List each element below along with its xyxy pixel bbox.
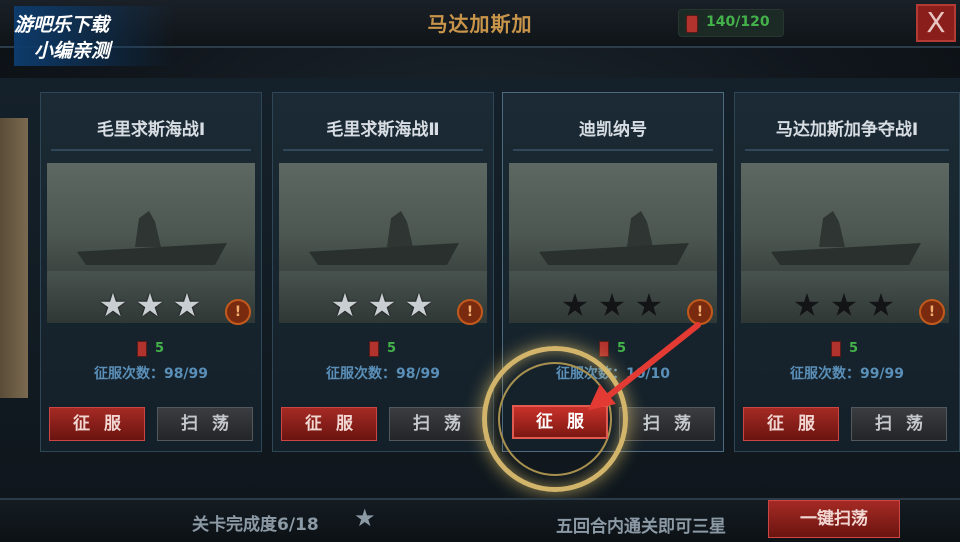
divider	[745, 149, 949, 151]
ship-hull	[771, 243, 921, 265]
star-icon: ★	[597, 286, 627, 324]
stage-name: 马达加斯加争夺战Ⅰ	[775, 120, 919, 140]
ship-tower	[135, 211, 161, 247]
star-icon: ★	[634, 286, 664, 324]
stage-card: 马达加斯加争夺战Ⅰ ★ ★ ★ ! 5 征服次数：99/99 征服 扫荡	[734, 92, 960, 452]
sweep-all-button[interactable]: 一键扫荡	[768, 500, 900, 538]
ship-hull	[539, 243, 689, 265]
close-icon: X	[926, 6, 946, 39]
divider	[283, 149, 483, 151]
star-icon: ★	[866, 286, 896, 324]
star-rating: ★ ★ ★	[97, 289, 207, 321]
sweep-button[interactable]: 扫荡	[389, 407, 485, 441]
fuel-icon	[831, 341, 841, 357]
conquer-button[interactable]: 征服	[281, 407, 377, 441]
fuel-icon	[599, 341, 609, 357]
ship-tower	[387, 211, 413, 247]
conquer-count: 征服次数：99/99	[789, 366, 905, 382]
conquer-count: 征服次数：98/99	[93, 366, 209, 382]
alert-icon[interactable]: !	[687, 299, 713, 325]
watermark-logo: 游吧乐下载 小编亲测	[14, 6, 174, 66]
star-icon: ★	[829, 286, 859, 324]
fuel-cost-value: 5	[387, 341, 397, 356]
alert-icon[interactable]: !	[919, 299, 945, 325]
star-rating: ★ ★ ★	[559, 289, 669, 321]
star-rating: ★ ★ ★	[791, 289, 901, 321]
sweep-button[interactable]: 扫荡	[157, 407, 253, 441]
fuel-display: 140/120	[678, 9, 784, 37]
stage-name: 毛里求斯海战Ⅰ	[96, 120, 206, 140]
star-icon: ★	[354, 504, 376, 532]
ship-tower	[819, 211, 845, 247]
watermark-line2: 小编亲测	[34, 40, 111, 62]
alert-icon[interactable]: !	[225, 299, 251, 325]
star-icon: ★	[367, 286, 397, 324]
conquer-count: 征服次数：98/99	[325, 366, 441, 382]
star-icon: ★	[560, 286, 590, 324]
fuel-cost: 5	[369, 341, 409, 359]
fuel-value: 140/120	[706, 14, 770, 30]
fuel-cost: 5	[831, 341, 871, 359]
conquer-button-highlighted[interactable]: 征服	[512, 405, 608, 439]
fuel-cost-value: 5	[617, 341, 627, 356]
sweep-button[interactable]: 扫荡	[851, 407, 947, 441]
three-star-hint: 五回合内通关即可三星	[556, 517, 726, 537]
star-icon: ★	[792, 286, 822, 324]
fuel-cost-value: 5	[849, 341, 859, 356]
fuel-cost-value: 5	[155, 341, 165, 356]
conquer-button[interactable]: 征服	[743, 407, 839, 441]
ship-hull	[309, 243, 459, 265]
divider	[513, 149, 713, 151]
sweep-button[interactable]: 扫荡	[619, 407, 715, 441]
star-icon: ★	[404, 286, 434, 324]
side-map-paper	[0, 118, 28, 398]
close-button[interactable]: X	[916, 4, 956, 42]
watermark-line1: 游吧乐下载	[14, 14, 110, 36]
stage-name: 迪凯纳号	[579, 120, 647, 140]
fuel-cost: 5	[599, 341, 639, 359]
level-title: 马达加斯加	[427, 12, 533, 36]
stage-card: 毛里求斯海战Ⅱ ★ ★ ★ ! 5 征服次数：98/99 征服 扫荡	[272, 92, 494, 452]
fuel-icon	[137, 341, 147, 357]
bottom-bar: 关卡完成度6/18 ★ 五回合内通关即可三星 一键扫荡	[0, 498, 960, 542]
stage-name: 毛里求斯海战Ⅱ	[326, 120, 440, 140]
fuel-icon	[369, 341, 379, 357]
stage-card: 毛里求斯海战Ⅰ ★ ★ ★ ! 5 征服次数：98/99 征服 扫荡	[40, 92, 262, 452]
star-icon: ★	[172, 286, 202, 324]
conquer-button[interactable]: 征服	[49, 407, 145, 441]
completion-progress: 关卡完成度6/18	[192, 515, 319, 535]
star-icon: ★	[330, 286, 360, 324]
alert-icon[interactable]: !	[457, 299, 483, 325]
fuel-cost: 5	[137, 341, 177, 359]
star-rating: ★ ★ ★	[329, 289, 439, 321]
star-icon: ★	[135, 286, 165, 324]
ship-tower	[627, 211, 653, 247]
fuel-icon	[686, 15, 698, 33]
divider	[51, 149, 251, 151]
star-icon: ★	[98, 286, 128, 324]
